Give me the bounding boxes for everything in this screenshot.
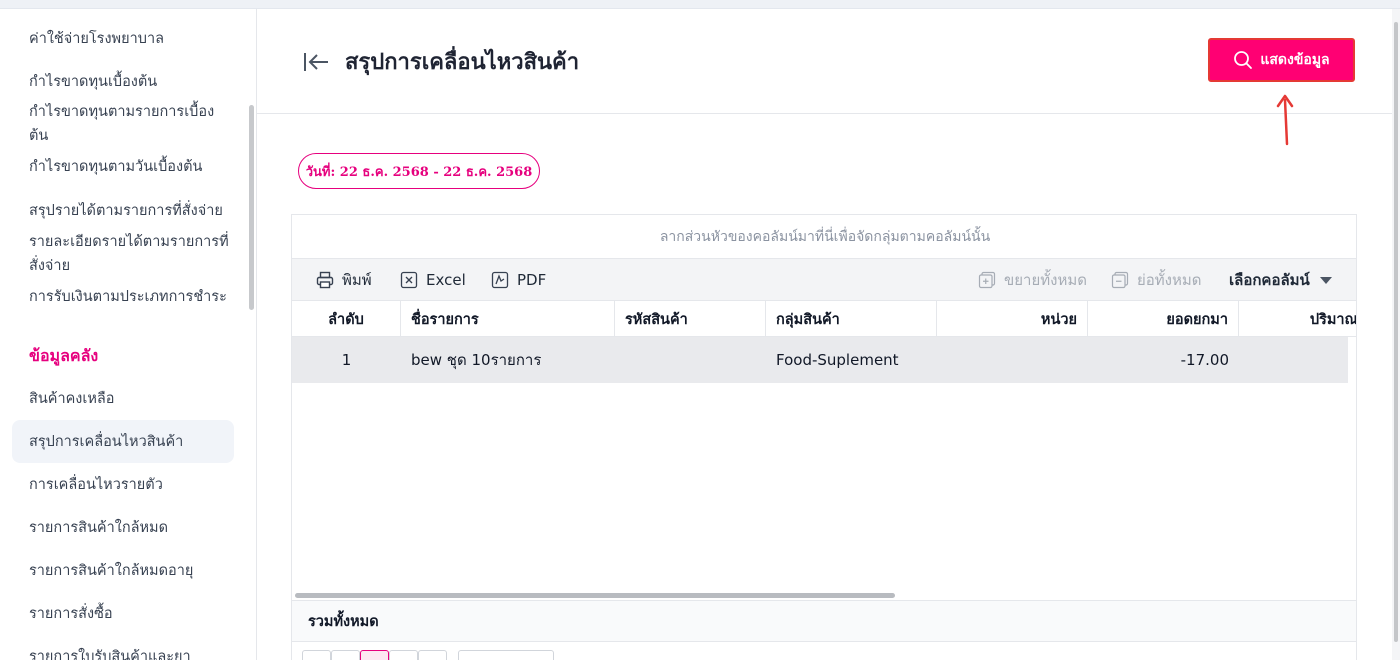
browser-top-strip: [0, 0, 1400, 9]
grid-horizontal-scrollbar[interactable]: [295, 593, 895, 598]
collapse-icon: [1111, 271, 1129, 289]
collapse-all-label: ย่อทั้งหมด: [1137, 271, 1202, 289]
pdf-icon: [491, 271, 509, 289]
excel-button[interactable]: Excel: [400, 259, 466, 301]
column-header-quantity[interactable]: ปริมาณ: [1239, 301, 1356, 337]
show-data-button[interactable]: แสดงข้อมูล: [1208, 38, 1355, 82]
annotation-arrow-icon: [1276, 94, 1294, 146]
sidebar-item-movement-per-item[interactable]: การเคลื่อนไหวรายตัว: [29, 473, 229, 497]
column-header-unit[interactable]: หน่วย: [937, 301, 1088, 337]
sidebar-item-profit-loss-by-item[interactable]: กำไรขาดทุนตามรายการเบื้องต้น: [29, 100, 229, 148]
expand-icon: [978, 271, 996, 289]
excel-label: Excel: [426, 271, 466, 289]
column-chooser-label: เลือกคอลัมน์: [1229, 271, 1310, 289]
cell-code: [615, 337, 766, 383]
page-scrollbar-thumb[interactable]: [1394, 22, 1398, 642]
sidebar-item-hospital-expenses[interactable]: ค่าใช้จ่ายโรงพยาบาล: [29, 27, 229, 51]
total-label: รวมทั้งหมด: [308, 613, 379, 630]
grid-total-row: รวมทั้งหมด: [292, 600, 1356, 642]
date-range-chip[interactable]: วันที่: 22 ธ.ค. 2568 - 22 ธ.ค. 2568: [298, 153, 540, 189]
collapse-sidebar-icon[interactable]: [302, 50, 332, 74]
cell-carried-forward: -17.00: [1180, 351, 1229, 369]
sidebar-item-low-stock[interactable]: รายการสินค้าใกล้หมด: [29, 516, 229, 540]
sidebar-item-payment-by-type[interactable]: การรับเงินตามประเภทการชำระ: [29, 285, 229, 309]
sidebar-section-inventory: ข้อมูลคลัง: [29, 346, 99, 365]
cell-quantity: [1239, 337, 1348, 383]
sidebar-item-goods-receipts[interactable]: รายการใบรับสินค้าและยา: [29, 645, 229, 660]
cell-group: Food-Suplement: [776, 351, 899, 369]
chevron-down-icon: [1319, 276, 1332, 284]
cell-no: 1: [341, 351, 352, 369]
sidebar-item-profit-loss-by-day[interactable]: กำไรขาดทุนตามวันเบื้องต้น: [29, 155, 229, 179]
sidebar-scrollbar[interactable]: [249, 105, 254, 310]
cell-unit: [937, 337, 1088, 383]
sidebar: ค่าใช้จ่ายโรงพยาบาล กำไรขาดทุนเบื้องต้น …: [0, 9, 257, 660]
column-header-name[interactable]: ชื่อรายการ: [401, 301, 615, 337]
column-header-code[interactable]: รหัสสินค้า: [615, 301, 766, 337]
pager-first-button[interactable]: [302, 650, 331, 660]
print-button[interactable]: พิมพ์: [316, 259, 372, 301]
pager-current-page[interactable]: [360, 650, 389, 660]
sidebar-item-revenue-summary[interactable]: สรุปรายได้ตามรายการที่สั่งจ่าย: [29, 199, 229, 223]
grid-header-row: ลำดับ ชื่อรายการ รหัสสินค้า กลุ่มสินค้า …: [292, 301, 1356, 337]
column-header-group[interactable]: กลุ่มสินค้า: [766, 301, 937, 337]
sidebar-item-stock-remaining[interactable]: สินค้าคงเหลือ: [29, 387, 229, 411]
table-row[interactable]: 1 bew ชุด 10รายการ Food-Suplement -17.00: [292, 337, 1348, 383]
page-size-select[interactable]: [458, 650, 554, 660]
expand-all-button[interactable]: ขยายทั้งหมด: [978, 259, 1087, 301]
data-grid: ลากส่วนหัวของคอลัมน์มาที่นี่เพื่อจัดกลุ่…: [291, 214, 1357, 660]
pager-last-button[interactable]: [418, 650, 447, 660]
grid-toolbar: พิมพ์ Excel PDF ขยายทั้งหมด ย่อทั้งหมด เ…: [292, 259, 1356, 301]
show-data-label: แสดงข้อมูล: [1260, 51, 1330, 67]
print-label: พิมพ์: [342, 271, 372, 289]
cell-name: bew ชุด 10รายการ: [411, 351, 542, 369]
pager-prev-button[interactable]: [331, 650, 360, 660]
excel-icon: [400, 271, 418, 289]
group-panel[interactable]: ลากส่วนหัวของคอลัมน์มาที่นี่เพื่อจัดกลุ่…: [292, 215, 1356, 259]
pdf-button[interactable]: PDF: [491, 259, 546, 301]
column-header-carried-forward[interactable]: ยอดยกมา: [1088, 301, 1239, 337]
printer-icon: [316, 271, 334, 289]
search-icon: [1234, 51, 1253, 69]
collapse-all-button[interactable]: ย่อทั้งหมด: [1111, 259, 1202, 301]
column-chooser-dropdown[interactable]: เลือกคอลัมน์: [1229, 259, 1332, 301]
column-header-no[interactable]: ลำดับ: [292, 301, 401, 337]
pdf-label: PDF: [517, 271, 547, 289]
sidebar-item-basic-profit-loss[interactable]: กำไรขาดทุนเบื้องต้น: [29, 70, 229, 94]
sidebar-item-revenue-detail[interactable]: รายละเอียดรายได้ตามรายการที่สั่งจ่าย: [29, 230, 229, 278]
sidebar-item-purchase-orders[interactable]: รายการสั่งซื้อ: [29, 602, 229, 626]
pager-next-button[interactable]: [389, 650, 418, 660]
sidebar-item-movement-summary[interactable]: สรุปการเคลื่อนไหวสินค้า: [29, 430, 229, 454]
sidebar-item-near-expiry[interactable]: รายการสินค้าใกล้หมดอายุ: [29, 559, 229, 583]
expand-all-label: ขยายทั้งหมด: [1004, 271, 1087, 289]
page-title: สรุปการเคลื่อนไหวสินค้า: [345, 50, 580, 75]
